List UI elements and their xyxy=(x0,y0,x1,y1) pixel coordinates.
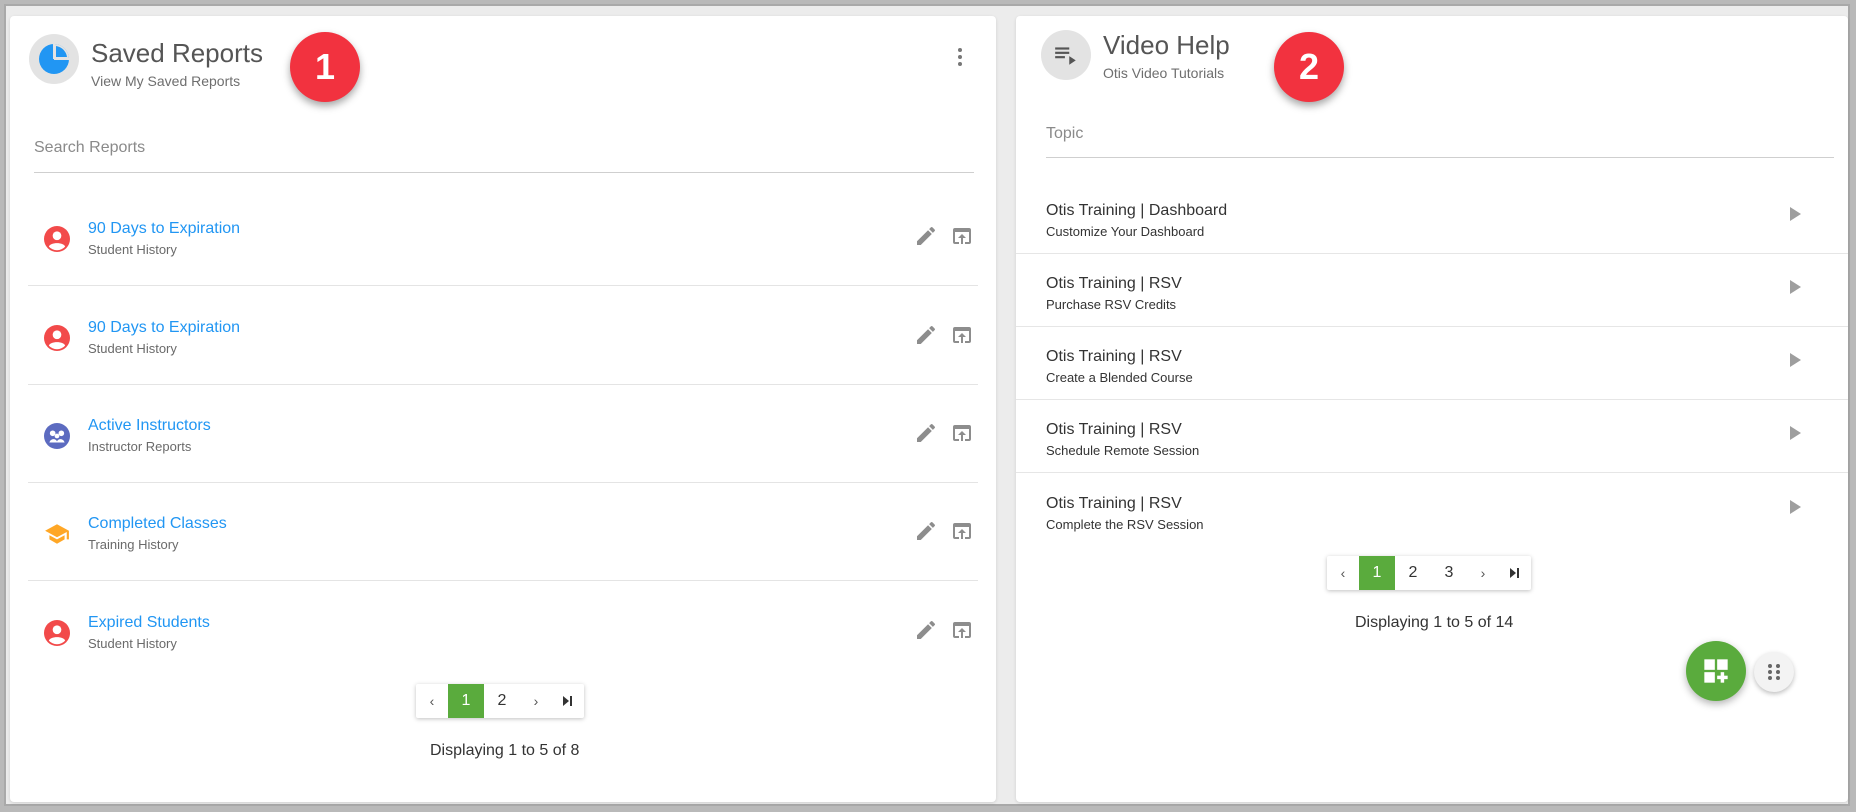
report-category: Instructor Reports xyxy=(88,439,192,454)
topic-underline xyxy=(1046,157,1834,158)
video-row[interactable]: Otis Training | RSV Create a Blended Cou… xyxy=(1016,328,1848,400)
play-icon[interactable] xyxy=(1790,353,1801,367)
step-badge-2: 2 xyxy=(1274,32,1344,102)
video-row[interactable]: Otis Training | Dashboard Customize Your… xyxy=(1016,182,1848,254)
video-title: Otis Training | RSV xyxy=(1046,275,1182,292)
play-icon[interactable] xyxy=(1790,207,1801,221)
card-title: Saved Reports xyxy=(91,38,263,68)
video-subtitle: Schedule Remote Session xyxy=(1046,443,1200,458)
pagination-next-button[interactable]: › xyxy=(1467,556,1499,590)
add-widget-icon xyxy=(1704,659,1728,683)
video-subtitle: Purchase RSV Credits xyxy=(1046,297,1177,312)
add-widget-button[interactable] xyxy=(1686,641,1746,701)
pagination-last-button[interactable] xyxy=(1499,556,1531,590)
video-subtitle: Complete the RSV Session xyxy=(1046,517,1204,532)
report-title-link[interactable]: Active Instructors xyxy=(88,417,211,435)
last-page-icon xyxy=(1510,568,1519,578)
report-title-link[interactable]: Completed Classes xyxy=(88,515,227,533)
edit-icon[interactable] xyxy=(914,618,938,642)
more-options-icon[interactable] xyxy=(950,44,970,70)
card-avatar xyxy=(1041,30,1091,80)
instructors-icon xyxy=(44,423,70,449)
row-divider xyxy=(1016,253,1848,254)
edit-icon[interactable] xyxy=(914,421,938,445)
card-title: Video Help xyxy=(1103,30,1230,60)
row-divider xyxy=(28,580,978,581)
last-page-icon xyxy=(563,696,572,706)
edit-icon[interactable] xyxy=(914,519,938,543)
pagination-page-2[interactable]: 2 xyxy=(484,684,520,718)
report-row: Active Instructors Instructor Reports xyxy=(28,385,978,483)
pagination-page-2[interactable]: 2 xyxy=(1395,556,1431,590)
video-row[interactable]: Otis Training | RSV Purchase RSV Credits xyxy=(1016,255,1848,327)
report-title-link[interactable]: 90 Days to Expiration xyxy=(88,220,240,238)
video-help-pagination: ‹ 1 2 3 › xyxy=(1327,556,1531,590)
play-icon[interactable] xyxy=(1790,500,1801,514)
account-circle-icon xyxy=(44,325,70,351)
report-category: Student History xyxy=(88,341,177,356)
open-report-icon[interactable] xyxy=(950,519,974,543)
open-report-icon[interactable] xyxy=(950,323,974,347)
drag-handle-button[interactable] xyxy=(1754,652,1794,692)
report-category: Training History xyxy=(88,537,179,552)
video-subtitle: Create a Blended Course xyxy=(1046,370,1193,385)
card-subtitle: Otis Video Tutorials xyxy=(1103,65,1225,81)
saved-reports-pagination: ‹ 1 2 › xyxy=(416,684,584,718)
pagination-last-button[interactable] xyxy=(552,684,584,718)
account-circle-icon xyxy=(44,620,70,646)
card-subtitle: View My Saved Reports xyxy=(91,73,241,89)
video-title: Otis Training | RSV xyxy=(1046,495,1182,512)
report-row: Completed Classes Training History xyxy=(28,483,978,581)
video-title: Otis Training | Dashboard xyxy=(1046,202,1228,219)
topic-select[interactable]: Topic xyxy=(1046,125,1083,143)
video-title: Otis Training | RSV xyxy=(1046,421,1182,438)
pagination-next-button[interactable]: › xyxy=(520,684,552,718)
account-circle-icon xyxy=(44,226,70,252)
pagination-prev-button[interactable]: ‹ xyxy=(1327,556,1359,590)
video-subtitle: Customize Your Dashboard xyxy=(1046,224,1205,239)
open-report-icon[interactable] xyxy=(950,421,974,445)
play-icon[interactable] xyxy=(1790,280,1801,294)
report-row: Expired Students Student History xyxy=(28,582,978,680)
report-category: Student History xyxy=(88,636,177,651)
playlist-play-icon xyxy=(1055,47,1076,65)
saved-reports-card: Saved Reports View My Saved Reports 1 Se… xyxy=(10,16,996,802)
report-category: Student History xyxy=(88,242,177,257)
pagination-prev-button[interactable]: ‹ xyxy=(416,684,448,718)
row-divider xyxy=(1016,326,1848,327)
report-title-link[interactable]: 90 Days to Expiration xyxy=(88,319,240,337)
search-underline xyxy=(34,172,974,173)
edit-icon[interactable] xyxy=(914,323,938,347)
row-divider xyxy=(28,285,978,286)
video-title: Otis Training | RSV xyxy=(1046,348,1182,365)
edit-icon[interactable] xyxy=(914,224,938,248)
play-icon[interactable] xyxy=(1790,426,1801,440)
open-report-icon[interactable] xyxy=(950,224,974,248)
graduation-cap-icon xyxy=(45,524,69,544)
report-row: 90 Days to Expiration Student History xyxy=(28,188,978,286)
pagination-page-1[interactable]: 1 xyxy=(448,684,484,718)
saved-reports-display-count: Displaying 1 to 5 of 8 xyxy=(430,742,580,759)
video-help-display-count: Displaying 1 to 5 of 14 xyxy=(1355,614,1514,631)
open-report-icon[interactable] xyxy=(950,618,974,642)
pagination-page-1[interactable]: 1 xyxy=(1359,556,1395,590)
search-reports-input[interactable]: Search Reports xyxy=(34,139,145,157)
card-avatar xyxy=(29,34,79,84)
row-divider xyxy=(1016,472,1848,473)
drag-handle-icon xyxy=(1768,664,1780,680)
pagination-page-3[interactable]: 3 xyxy=(1431,556,1467,590)
step-badge-1: 1 xyxy=(290,32,360,102)
pie-chart-icon xyxy=(39,44,69,74)
video-row[interactable]: Otis Training | RSV Complete the RSV Ses… xyxy=(1016,475,1848,547)
report-row: 90 Days to Expiration Student History xyxy=(28,287,978,385)
report-title-link[interactable]: Expired Students xyxy=(88,614,210,632)
video-row[interactable]: Otis Training | RSV Schedule Remote Sess… xyxy=(1016,401,1848,473)
row-divider xyxy=(1016,399,1848,400)
